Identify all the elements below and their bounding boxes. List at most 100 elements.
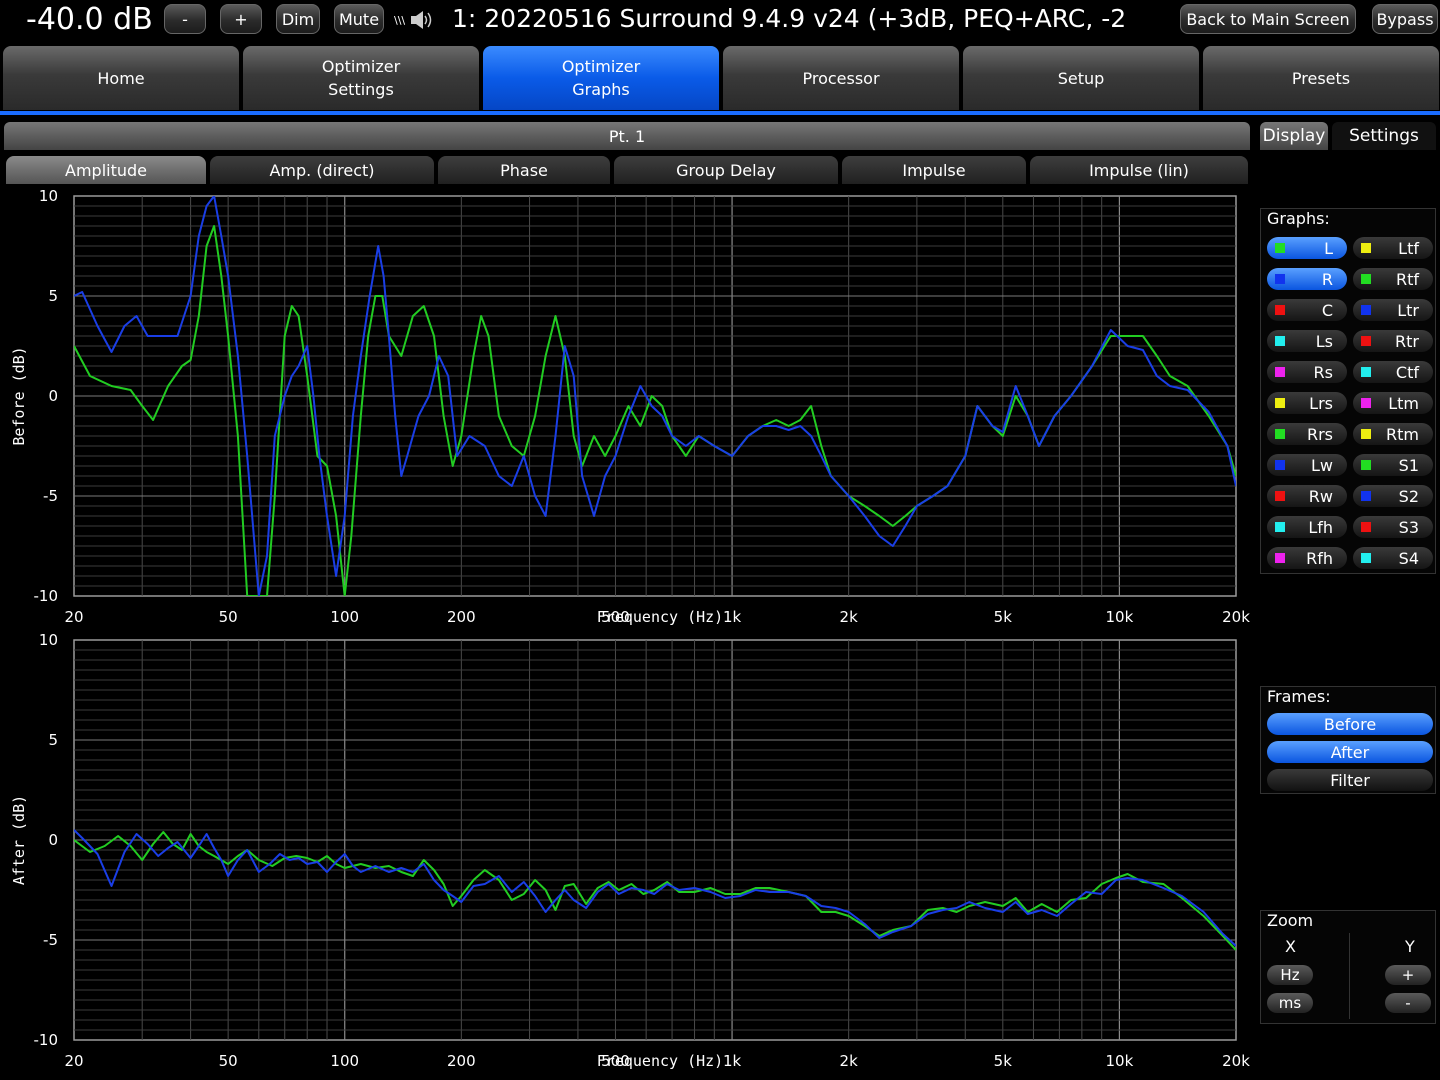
tab-label: Optimizer Graphs (561, 57, 641, 99)
frame-after-button[interactable]: After (1267, 741, 1433, 763)
channel-r-button[interactable]: R (1267, 268, 1347, 290)
x-tick-label: 20k (1222, 608, 1250, 626)
channel-ls-button[interactable]: Ls (1267, 330, 1347, 352)
channel-color-swatch (1275, 274, 1285, 284)
channel-color-swatch (1361, 274, 1371, 284)
bypass-button[interactable]: Bypass (1372, 4, 1438, 34)
channel-label: Rw (1308, 486, 1333, 506)
channel-color-swatch (1361, 553, 1371, 563)
channel-ltr-button[interactable]: Ltr (1353, 299, 1433, 321)
x-axis-label: Frequency (Hz) (597, 1052, 723, 1070)
tab-group-delay[interactable]: Group Delay (614, 156, 838, 184)
tab-processor[interactable]: Processor (723, 46, 959, 110)
top-bar: -40.0 dB - + Dim Mute \\\ 1: 20220516 Su… (0, 0, 1440, 42)
volume-readout: -40.0 dB (26, 2, 153, 37)
channel-color-swatch (1361, 367, 1371, 377)
channel-rw-button[interactable]: Rw (1267, 485, 1347, 507)
channel-color-swatch (1275, 398, 1285, 408)
channel-rtf-button[interactable]: Rtf (1353, 268, 1433, 290)
channel-color-swatch (1275, 429, 1285, 439)
tab-display[interactable]: Display (1260, 122, 1328, 150)
x-tick-label: 200 (447, 1052, 476, 1070)
channel-label: Ltm (1388, 393, 1419, 413)
channel-color-swatch (1275, 460, 1285, 470)
channel-color-swatch (1275, 243, 1285, 253)
x-tick-label: 1k (723, 608, 742, 626)
channel-s2-button[interactable]: S2 (1353, 485, 1433, 507)
channel-ltf-button[interactable]: Ltf (1353, 237, 1433, 259)
dim-button[interactable]: Dim (276, 4, 320, 34)
y-tick-label: -10 (34, 587, 59, 605)
x-tick-label: 100 (330, 608, 359, 626)
channel-color-swatch (1361, 491, 1371, 501)
after-amplitude-chart[interactable]: 1050-5-1020 50 100 200 500 1k 2k 5k 10k 20kFreque… (0, 632, 1250, 1076)
channel-label: S2 (1398, 486, 1419, 506)
channel-rrs-button[interactable]: Rrs (1267, 423, 1347, 445)
tab-settings[interactable]: Settings (1332, 122, 1436, 150)
x-tick-label: 5k (994, 608, 1013, 626)
y-tick-label: 0 (48, 387, 58, 405)
volume-up-button[interactable]: + (220, 4, 262, 34)
back-to-main-button[interactable]: Back to Main Screen (1180, 4, 1356, 34)
volume-down-button[interactable]: - (164, 4, 206, 34)
channel-lrs-button[interactable]: Lrs (1267, 392, 1347, 414)
channel-label: S3 (1398, 517, 1419, 537)
x-tick-label: 5k (994, 1052, 1013, 1070)
tab-underline (0, 111, 1440, 115)
channel-label: R (1321, 269, 1333, 289)
channel-color-swatch (1275, 367, 1285, 377)
zoom-y-in-button[interactable]: + (1385, 965, 1431, 985)
tab-phase[interactable]: Phase (438, 156, 610, 184)
x-tick-label: 10k (1106, 608, 1134, 626)
channel-rtr-button[interactable]: Rtr (1353, 330, 1433, 352)
channel-ltm-button[interactable]: Ltm (1353, 392, 1433, 414)
x-axis-label: Frequency (Hz) (597, 608, 723, 626)
channel-s4-button[interactable]: S4 (1353, 547, 1433, 569)
preset-title: 1: 20220516 Surround 9.4.9 v24 (+3dB, PE… (452, 4, 1127, 33)
zoom-x-ms-button[interactable]: ms (1267, 993, 1313, 1013)
channel-lw-button[interactable]: Lw (1267, 454, 1347, 476)
y-axis-label: Before (dB) (10, 346, 28, 445)
zoom-title: Zoom (1267, 911, 1314, 930)
channel-label: Rtm (1386, 424, 1419, 444)
speaker-icon: \\\ (394, 11, 432, 29)
tab-impulse[interactable]: Impulse (842, 156, 1026, 184)
frame-filter-button[interactable]: Filter (1267, 769, 1433, 791)
channel-c-button[interactable]: C (1267, 299, 1347, 321)
zoom-x-hz-button[interactable]: Hz (1267, 965, 1313, 985)
tab-optimizer-graphs[interactable]: Optimizer Graphs (483, 46, 719, 110)
zoom-y-label: Y (1405, 937, 1415, 956)
x-tick-label: 1k (723, 1052, 742, 1070)
channel-lfh-button[interactable]: Lfh (1267, 516, 1347, 538)
tab-presets[interactable]: Presets (1203, 46, 1439, 110)
tab-setup[interactable]: Setup (963, 46, 1199, 110)
tab-amplitude[interactable]: Amplitude (6, 156, 206, 184)
channel-label: Rrs (1306, 424, 1333, 444)
channel-rtm-button[interactable]: Rtm (1353, 423, 1433, 445)
x-tick-label: 200 (447, 608, 476, 626)
channel-label: Rtf (1395, 269, 1419, 289)
zoom-panel: Zoom X Y Hz ms + - (1260, 910, 1436, 1024)
tab-home[interactable]: Home (3, 46, 239, 110)
frame-before-button[interactable]: Before (1267, 713, 1433, 735)
channel-l-button[interactable]: L (1267, 237, 1347, 259)
channel-s3-button[interactable]: S3 (1353, 516, 1433, 538)
main-tabs: Home Optimizer Settings Optimizer Graphs… (0, 46, 1440, 112)
tab-amp-direct[interactable]: Amp. (direct) (210, 156, 434, 184)
channel-color-swatch (1361, 429, 1371, 439)
channel-s1-button[interactable]: S1 (1353, 454, 1433, 476)
y-tick-label: -5 (43, 931, 58, 949)
channel-ctf-button[interactable]: Ctf (1353, 361, 1433, 383)
tab-optimizer-settings[interactable]: Optimizer Settings (243, 46, 479, 110)
tab-impulse-lin[interactable]: Impulse (lin) (1030, 156, 1248, 184)
zoom-y-out-button[interactable]: - (1385, 993, 1431, 1013)
channel-label: Rs (1313, 362, 1333, 382)
channel-rs-button[interactable]: Rs (1267, 361, 1347, 383)
channel-label: Ltf (1398, 238, 1419, 258)
side-tabs: Display Settings (1260, 122, 1436, 150)
before-amplitude-chart[interactable]: 1050-5-1020 50 100 200 500 1k 2k 5k 10k 20kFreque… (0, 188, 1250, 632)
channel-rfh-button[interactable]: Rfh (1267, 547, 1347, 569)
channel-color-swatch (1361, 336, 1371, 346)
y-tick-label: -5 (43, 487, 58, 505)
mute-button[interactable]: Mute (334, 4, 384, 34)
